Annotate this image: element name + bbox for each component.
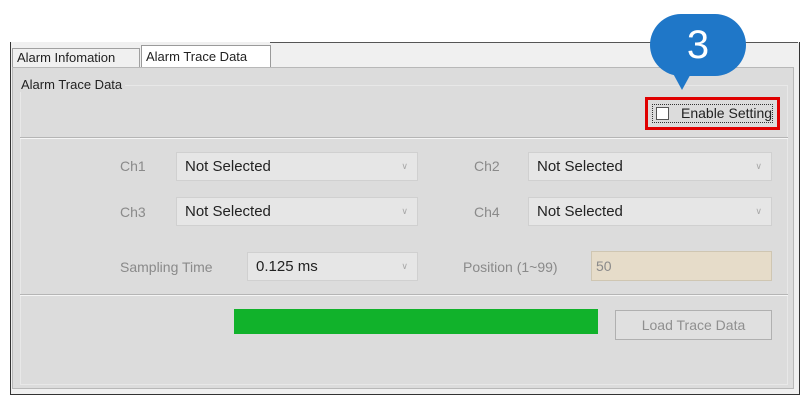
chevron-down-icon: ∨ (755, 161, 762, 171)
ch4-value: Not Selected (537, 203, 623, 220)
callout-bubble: 3 (650, 14, 746, 76)
tab-alarm-trace-data[interactable]: Alarm Trace Data (141, 45, 271, 68)
enable-setting-highlight: Enable Setting (645, 97, 780, 130)
group-box (20, 85, 788, 385)
enable-setting-label: Enable Setting (681, 105, 773, 121)
chevron-down-icon: ∨ (401, 161, 408, 171)
chevron-down-icon: ∨ (401, 206, 408, 216)
tab-alarm-information[interactable]: Alarm Infomation (12, 48, 140, 67)
ch3-label: Ch3 (120, 204, 146, 220)
chevron-down-icon: ∨ (755, 206, 762, 216)
chevron-down-icon: ∨ (401, 261, 408, 271)
ch4-label: Ch4 (474, 204, 500, 220)
position-label: Position (1~99) (463, 259, 558, 275)
tab-label: Alarm Trace Data (146, 49, 248, 64)
ch2-label: Ch2 (474, 158, 500, 174)
tab-label: Alarm Infomation (17, 50, 116, 65)
sampling-time-value: 0.125 ms (256, 258, 318, 275)
sampling-time-label: Sampling Time (120, 259, 213, 275)
ch2-select[interactable]: Not Selected ∨ (528, 152, 772, 181)
separator-highlight (20, 295, 788, 296)
position-input[interactable]: 50 (591, 251, 772, 281)
group-title: Alarm Trace Data (18, 77, 126, 92)
checkbox-icon[interactable] (656, 107, 669, 120)
ch3-select[interactable]: Not Selected ∨ (176, 197, 418, 226)
sampling-time-select[interactable]: 0.125 ms ∨ (247, 252, 418, 281)
ch1-label: Ch1 (120, 158, 146, 174)
ch4-select[interactable]: Not Selected ∨ (528, 197, 772, 226)
ch1-select[interactable]: Not Selected ∨ (176, 152, 418, 181)
load-trace-data-button[interactable]: Load Trace Data (615, 310, 772, 340)
progress-bar (234, 309, 598, 334)
ch2-value: Not Selected (537, 158, 623, 175)
separator-highlight (20, 138, 788, 139)
enable-setting-checkbox[interactable]: Enable Setting (652, 104, 773, 123)
ch3-value: Not Selected (185, 203, 271, 220)
ch1-value: Not Selected (185, 158, 271, 175)
